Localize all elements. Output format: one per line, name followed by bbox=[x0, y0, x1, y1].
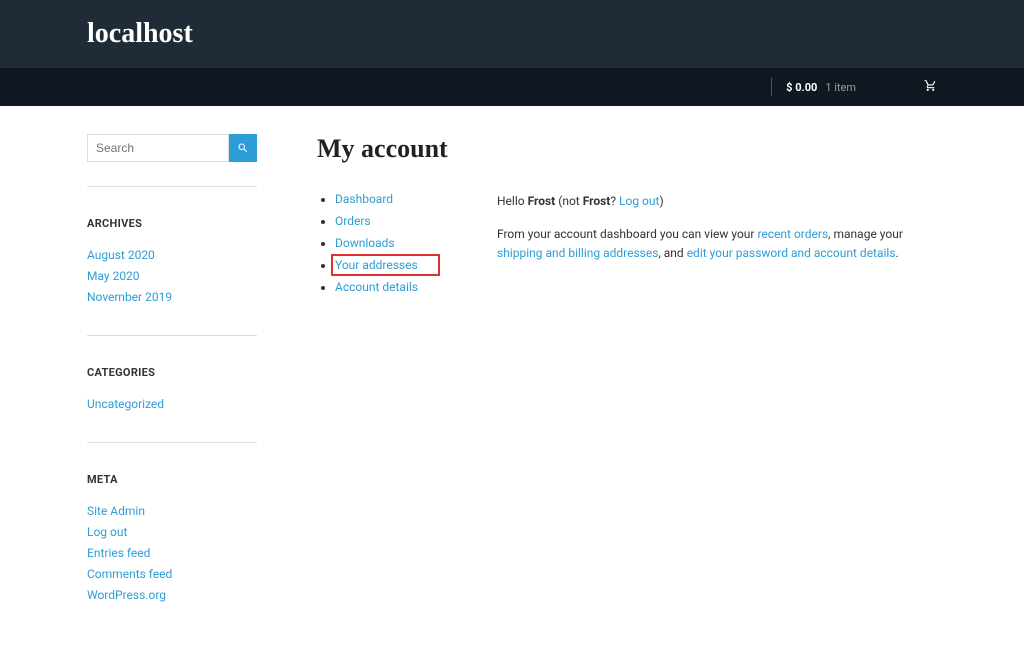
highlight-box: Your addresses bbox=[331, 254, 440, 276]
sidebar: ARCHIVES August 2020 May 2020 November 2… bbox=[87, 134, 257, 633]
cart-icon[interactable] bbox=[924, 79, 937, 95]
archives-title: ARCHIVES bbox=[87, 217, 257, 230]
category-link[interactable]: Uncategorized bbox=[87, 397, 164, 411]
search-form bbox=[87, 134, 257, 162]
recent-orders-link[interactable]: recent orders bbox=[757, 227, 828, 241]
nav-link-dashboard[interactable]: Dashboard bbox=[335, 192, 393, 206]
meta-link-logout[interactable]: Log out bbox=[87, 525, 127, 539]
meta-link-wp[interactable]: WordPress.org bbox=[87, 588, 166, 602]
nav-link-orders[interactable]: Orders bbox=[335, 214, 371, 228]
dashboard-content: Hello Frost (not Frost? Log out) From yo… bbox=[497, 192, 937, 302]
dashboard-description: From your account dashboard you can view… bbox=[497, 225, 937, 263]
nav-item-details: Account details bbox=[335, 280, 447, 294]
archive-link[interactable]: August 2020 bbox=[87, 248, 155, 262]
search-input[interactable] bbox=[87, 134, 229, 162]
nav-item-dashboard: Dashboard bbox=[335, 192, 447, 206]
user-name-confirm: Frost bbox=[583, 194, 611, 208]
categories-title: CATEGORIES bbox=[87, 366, 257, 379]
cart-items-count[interactable]: 1 item bbox=[825, 81, 856, 94]
nav-item-downloads: Downloads bbox=[335, 236, 447, 250]
meta-link-comments[interactable]: Comments feed bbox=[87, 567, 172, 581]
main-content: My account Dashboard Orders Downloads Yo… bbox=[317, 134, 937, 633]
site-title[interactable]: localhost bbox=[87, 18, 937, 50]
account-nav: Dashboard Orders Downloads Your addresse… bbox=[317, 192, 447, 302]
shipping-addresses-link[interactable]: shipping and billing addresses bbox=[497, 246, 658, 260]
meta-widget: META Site Admin Log out Entries feed Com… bbox=[87, 442, 257, 633]
meta-title: META bbox=[87, 473, 257, 486]
search-button[interactable] bbox=[229, 134, 257, 162]
divider bbox=[771, 78, 772, 96]
search-icon bbox=[237, 142, 249, 154]
edit-details-link[interactable]: edit your password and account details bbox=[687, 246, 896, 260]
meta-link-entries[interactable]: Entries feed bbox=[87, 546, 150, 560]
archive-link[interactable]: May 2020 bbox=[87, 269, 140, 283]
nav-link-downloads[interactable]: Downloads bbox=[335, 236, 395, 250]
archive-link[interactable]: November 2019 bbox=[87, 290, 172, 304]
user-name: Frost bbox=[528, 194, 556, 208]
categories-widget: CATEGORIES Uncategorized bbox=[87, 335, 257, 442]
logout-link[interactable]: Log out bbox=[619, 194, 659, 208]
greeting-line: Hello Frost (not Frost? Log out) bbox=[497, 192, 937, 211]
nav-item-orders: Orders bbox=[335, 214, 447, 228]
archives-widget: ARCHIVES August 2020 May 2020 November 2… bbox=[87, 186, 257, 335]
page-title: My account bbox=[317, 134, 937, 164]
nav-item-addresses: Your addresses bbox=[335, 258, 447, 272]
nav-link-addresses[interactable]: Your addresses bbox=[335, 258, 418, 272]
nav-link-details[interactable]: Account details bbox=[335, 280, 418, 294]
cart-amount[interactable]: $ 0.00 bbox=[786, 81, 817, 94]
meta-link-site-admin[interactable]: Site Admin bbox=[87, 504, 145, 518]
